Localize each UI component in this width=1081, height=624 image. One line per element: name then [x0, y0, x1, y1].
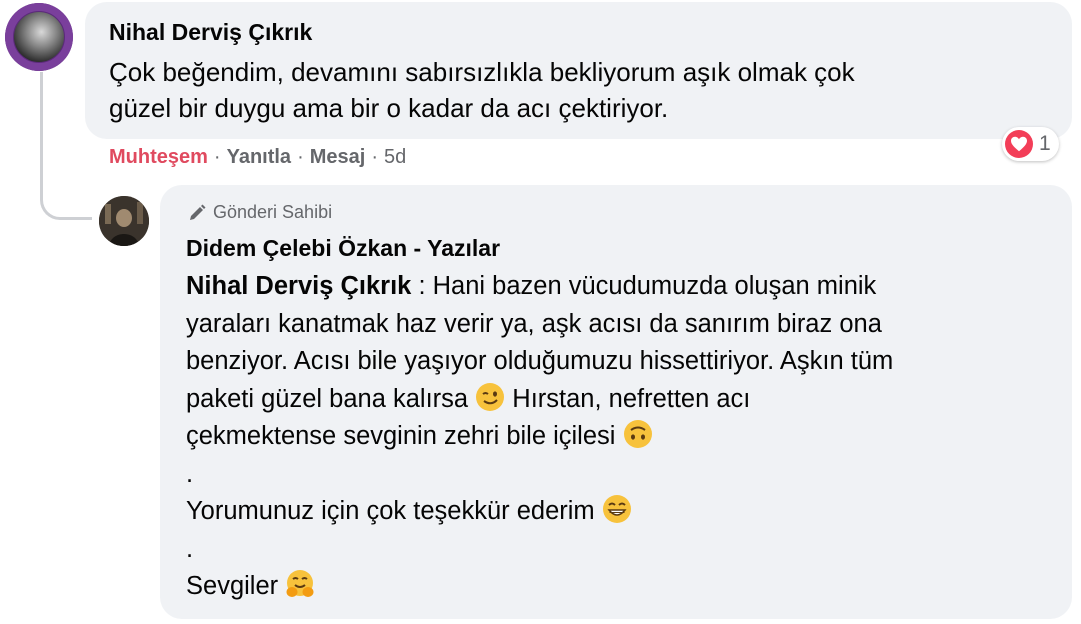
reply-line: Nihal Derviş Çıkrık : Hani bazen vücudum… [186, 268, 1056, 306]
reply-line-text: paketi güzel bana kalırsa [186, 384, 469, 413]
reply-text: Nihal Derviş Çıkrık : Hani bazen vücudum… [186, 268, 1056, 606]
avatar-photo [99, 196, 149, 246]
reply-button[interactable]: Yanıtla [227, 146, 291, 169]
separator: · [297, 146, 304, 168]
reply-line: benziyor. Acısı bile yaşıyor olduğumuzu … [186, 347, 894, 375]
reply-line: yaraları kanatmak haz verir ya, aşk acıs… [186, 309, 882, 338]
reply-author[interactable]: Didem Çelebi Özkan - Yazılar [186, 235, 500, 262]
message-button[interactable]: Mesaj [310, 146, 366, 169]
reply-avatar[interactable] [99, 196, 149, 246]
post-owner-badge: Gönderi Sahibi [187, 202, 332, 223]
reaction-count: 1 [1039, 132, 1051, 155]
grinning-face-icon [602, 495, 631, 523]
comment-timestamp[interactable]: 5d [384, 146, 406, 169]
avatar-photo [14, 12, 64, 62]
comment-text-line: güzel bir duygu ama bir o kadar da acı ç… [109, 93, 669, 123]
comment-author[interactable]: Nihal Derviş Çıkrık [109, 19, 312, 46]
reply-line: Yorumunuz için çok teşekkür ederim [186, 493, 1056, 531]
comment-text-line: Çok beğendim, devamını sabırsızlıkla bek… [109, 57, 855, 87]
thread-connector [40, 72, 92, 220]
reaction-button[interactable]: Muhteşem [109, 146, 208, 169]
separator: · [371, 146, 378, 168]
pencil-icon [190, 204, 206, 220]
reply-line-text: : Hani bazen vücudumuzda oluşan minik [411, 272, 877, 300]
mention-link[interactable]: Nihal Derviş Çıkrık [186, 272, 411, 300]
reaction-summary[interactable]: 1 [1002, 127, 1059, 161]
commenter-avatar[interactable] [5, 3, 73, 71]
reply-line-text: çekmektense sevginin zehri bile içilesi [186, 422, 616, 450]
winking-face-icon [476, 382, 505, 411]
reply-line: . [186, 459, 194, 488]
reply-line: paketi güzel bana kalırsa Hırstan, nefre… [186, 381, 1056, 419]
separator: · [213, 146, 221, 168]
reply-line-text: Sevgiler [186, 572, 279, 600]
upside-down-face-icon [623, 420, 652, 448]
reply-line: Sevgiler [186, 568, 1056, 606]
reply-line: çekmektense sevginin zehri bile içilesi [186, 418, 1056, 456]
reply-line: . [186, 534, 194, 563]
post-owner-label: Gönderi Sahibi [213, 202, 333, 222]
hugging-face-icon [286, 570, 314, 597]
reply-line-text: Yorumunuz için çok teşekkür ederim [186, 497, 595, 525]
heart-icon [1005, 130, 1033, 158]
comment-actions: Muhteşem · Yanıtla · Mesaj · 5d [109, 146, 406, 169]
comment-text: Çok beğendim, devamını sabırsızlıkla bek… [109, 54, 1009, 126]
reply-line-text: Hırstan, nefretten acı [505, 384, 751, 413]
